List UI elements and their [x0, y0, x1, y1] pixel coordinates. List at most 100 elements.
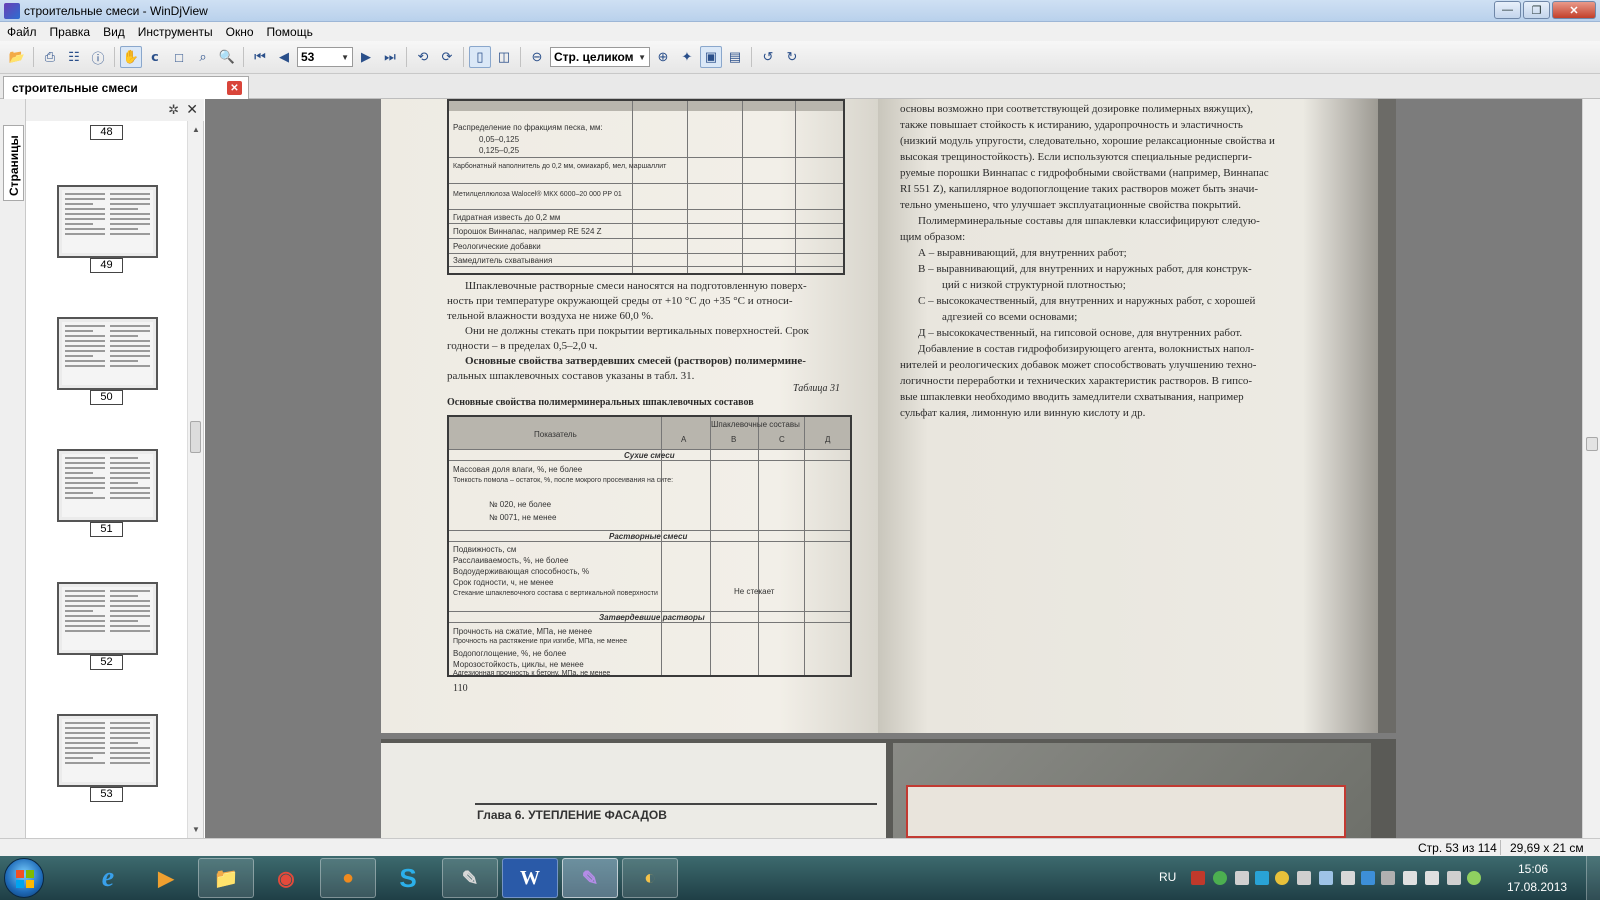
last-page-icon[interactable]: ⏭ [379, 46, 401, 68]
status-bar: Стр. 53 из 114 29,69 x 21 см [0, 838, 1600, 856]
chrome-icon[interactable]: ◉ [258, 858, 314, 898]
zoom-rect-icon[interactable]: ⌕ [192, 46, 214, 68]
tray-app-icon[interactable] [1381, 871, 1395, 885]
media-player-icon[interactable]: ▶ [138, 858, 194, 898]
tray-app-icon[interactable] [1361, 871, 1375, 885]
single-page-layout-icon[interactable]: ▯ [469, 46, 491, 68]
thumbnail-page-current[interactable] [57, 714, 158, 787]
close-pane-icon[interactable]: ✕ [186, 101, 198, 118]
menu-tools[interactable]: Инструменты [133, 25, 221, 39]
tray-app-icon[interactable] [1447, 871, 1461, 885]
minimize-button[interactable]: — [1494, 1, 1521, 19]
start-button[interactable] [4, 858, 44, 898]
hand-tool-icon[interactable]: ✋ [120, 46, 142, 68]
volume-icon[interactable] [1297, 871, 1311, 885]
thumbnail-page[interactable] [57, 582, 158, 655]
rect-select-icon[interactable]: □ [168, 46, 190, 68]
first-page-icon[interactable]: ⏮ [249, 46, 271, 68]
document-tab[interactable]: строительные смеси ✕ [3, 76, 249, 99]
rotate-left-icon[interactable]: ↺ [757, 46, 779, 68]
menu-view[interactable]: Вид [98, 25, 133, 39]
windjview-taskbar-icon[interactable]: ✎ [562, 858, 618, 898]
pages-side-tab[interactable]: Страницы [3, 125, 24, 201]
menu-edit[interactable]: Правка [45, 25, 99, 39]
tray-app-icon[interactable] [1341, 871, 1355, 885]
internet-explorer-icon[interactable]: e [80, 858, 136, 898]
top-table: Распределение по фракциям песка, мм: 0,0… [447, 99, 845, 275]
tray-app-icon[interactable] [1191, 871, 1205, 885]
close-window-button[interactable]: ✕ [1552, 1, 1596, 19]
language-indicator[interactable]: RU [1159, 870, 1176, 884]
tray-app-icon[interactable] [1467, 871, 1481, 885]
tray-app-icon[interactable] [1275, 871, 1289, 885]
menu-help[interactable]: Помощь [262, 25, 321, 39]
fit-width-icon[interactable]: ▤ [724, 46, 746, 68]
thumbnail-label[interactable]: 50 [90, 390, 123, 405]
page-number-label: 110 [453, 683, 468, 694]
info-icon[interactable]: ⓘ [87, 46, 109, 68]
paragraph-line: Основные свойства затвердевших смесей (р… [465, 355, 806, 367]
text-editor-icon[interactable]: ✎ [442, 858, 498, 898]
thumbnail-scrollbar[interactable]: ▲ ▼ [187, 121, 203, 838]
scroll-up-icon[interactable]: ▲ [192, 125, 200, 134]
document-scrollbar[interactable] [1582, 99, 1600, 838]
menu-file[interactable]: Файл [2, 25, 45, 39]
thumbnail-label[interactable]: 48 [90, 125, 123, 140]
windjview-app-icon[interactable] [4, 2, 20, 19]
text-select-icon[interactable]: 𝗰 [144, 46, 166, 68]
tray-app-icon[interactable] [1213, 871, 1227, 885]
table-section: Сухие смеси [624, 451, 675, 460]
clock-time[interactable]: 15:06 [1518, 862, 1548, 876]
zoom-value: Стр. целиком [554, 50, 634, 64]
tray-app-icon[interactable] [1255, 871, 1269, 885]
file-explorer-icon[interactable]: 📁 [198, 858, 254, 898]
scrollbar-thumb[interactable] [1586, 437, 1598, 451]
fit-page-icon[interactable]: ▣ [700, 46, 722, 68]
previous-page-icon[interactable]: ◀ [273, 46, 295, 68]
word-icon[interactable]: W [502, 858, 558, 898]
document-view[interactable]: Распределение по фракциям песка, мм: 0,0… [205, 99, 1582, 838]
scrollbar-thumb[interactable] [190, 421, 201, 453]
thumbnail-label[interactable]: 52 [90, 655, 123, 670]
firefox-icon[interactable]: ● [320, 858, 376, 898]
next-page-icon[interactable]: ▶ [355, 46, 377, 68]
back-icon[interactable]: ⟲ [412, 46, 434, 68]
thumbnail-label[interactable]: 51 [90, 522, 123, 537]
zoom-combo[interactable]: Стр. целиком ▼ [550, 47, 650, 67]
zoom-out-icon[interactable]: ⊖ [526, 46, 548, 68]
action-center-icon[interactable] [1403, 871, 1417, 885]
actual-size-icon[interactable]: ✦ [676, 46, 698, 68]
show-desktop-button[interactable] [1586, 856, 1600, 900]
toolbar-separator [243, 47, 244, 67]
zoom-in-icon[interactable]: ⊕ [652, 46, 674, 68]
side-tab-strip: Страницы [0, 99, 26, 838]
table-header-cell: Показатель [534, 430, 577, 439]
tray-app-icon[interactable] [1319, 871, 1333, 885]
status-separator [1500, 840, 1501, 855]
find-icon[interactable]: ☷ [63, 46, 85, 68]
page-number-combo[interactable]: 53 ▼ [297, 47, 353, 67]
thumbnail-page[interactable] [57, 185, 158, 258]
paint-icon[interactable]: ◐ [622, 858, 678, 898]
open-folder-icon[interactable]: 📂 [6, 46, 28, 68]
menu-window[interactable]: Окно [221, 25, 262, 39]
two-page-layout-icon[interactable]: ◫ [493, 46, 515, 68]
thumbnail-label[interactable]: 49 [90, 258, 123, 273]
thumbnail-page[interactable] [57, 449, 158, 522]
thumbnail-label[interactable]: 53 [90, 787, 123, 802]
thumbnail-page[interactable] [57, 317, 158, 390]
gear-icon[interactable]: ✲ [168, 102, 179, 118]
close-tab-icon[interactable]: ✕ [227, 81, 242, 95]
skype-icon[interactable]: S [380, 858, 436, 898]
tray-app-icon[interactable] [1235, 871, 1249, 885]
chevron-down-icon[interactable]: ▼ [638, 53, 646, 62]
network-signal-icon[interactable] [1425, 871, 1439, 885]
clock-date[interactable]: 17.08.2013 [1507, 880, 1567, 894]
scroll-down-icon[interactable]: ▼ [192, 825, 200, 834]
forward-icon[interactable]: ⟳ [436, 46, 458, 68]
rotate-right-icon[interactable]: ↻ [781, 46, 803, 68]
maximize-button[interactable]: ❐ [1523, 1, 1550, 19]
print-icon[interactable]: ⎙ [39, 46, 61, 68]
magnifier-icon[interactable]: 🔍 [216, 46, 238, 68]
chevron-down-icon[interactable]: ▼ [341, 53, 349, 62]
